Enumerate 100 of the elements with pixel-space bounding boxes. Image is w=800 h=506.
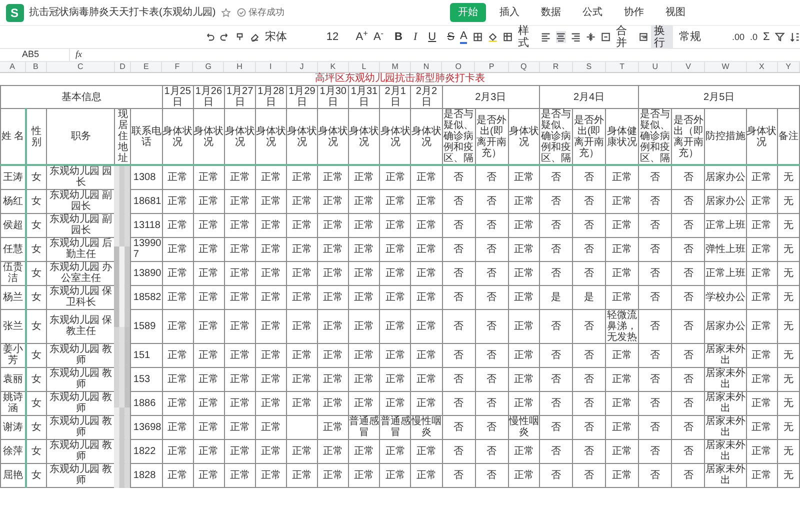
table-cell: 正常 xyxy=(606,463,639,487)
table-cell: 否 xyxy=(638,309,672,343)
table-cell: 否 xyxy=(475,343,508,367)
sum-button[interactable]: Σ xyxy=(763,30,770,43)
font-size-select[interactable]: 12 xyxy=(326,30,350,43)
filter-icon[interactable] xyxy=(775,30,785,43)
table-cell: 正常 xyxy=(746,189,778,213)
menu-tab[interactable]: 数据 xyxy=(532,3,569,22)
table-cell: 正常 xyxy=(508,285,540,309)
table-cell: 否 xyxy=(572,415,606,439)
table-cell: 正常 xyxy=(746,213,778,237)
grow-font-button[interactable]: A$^{+}$ xyxy=(356,30,368,43)
table-cell: 正常 xyxy=(162,439,194,463)
table-cell: 居家未外出 xyxy=(704,439,746,463)
align-left-icon[interactable] xyxy=(540,30,551,43)
wrap-text-icon[interactable] xyxy=(639,30,648,43)
table-cell: 否 xyxy=(672,165,705,189)
table-cell: 正常 xyxy=(162,165,194,189)
table-style-icon[interactable] xyxy=(502,30,512,43)
number-format-select[interactable]: 常规 xyxy=(678,30,726,43)
table-cell: 轻微流鼻涕，无发热 xyxy=(606,309,639,343)
borders-icon[interactable] xyxy=(472,30,482,43)
table-cell: 正常 xyxy=(162,261,194,285)
menu-tab[interactable]: 插入 xyxy=(491,3,528,22)
date-header: 1月26日 xyxy=(193,86,224,108)
menu-tab[interactable]: 协作 xyxy=(616,3,652,22)
fill-color-icon[interactable] xyxy=(488,30,498,43)
table-cell: 正常 xyxy=(224,439,256,463)
table-cell: 否 xyxy=(572,165,606,189)
star-icon[interactable] xyxy=(221,8,232,18)
table-cell: 否 xyxy=(672,391,705,415)
table-cell: 否 xyxy=(442,415,476,439)
table-cell: 正常 xyxy=(255,285,286,309)
table-cell: 否 xyxy=(672,189,705,213)
group-header: 基本信息 xyxy=(0,86,162,108)
vertical-align-icon[interactable] xyxy=(586,30,596,43)
shrink-font-button[interactable]: A$^{-}$ xyxy=(373,30,384,43)
table-cell: 正常 xyxy=(318,415,349,439)
table-cell: 正常 xyxy=(193,285,224,309)
font-color-button[interactable]: A xyxy=(460,30,468,44)
table-cell: 杨红 xyxy=(0,189,26,213)
italic-button[interactable]: I xyxy=(414,30,418,43)
table-cell: 否 xyxy=(475,237,508,261)
table-cell: 正常 xyxy=(224,213,256,237)
style-button[interactable]: 样式 xyxy=(518,24,536,49)
underline-button[interactable]: U xyxy=(428,30,436,43)
table-cell: 正常 xyxy=(162,213,194,237)
table-cell: 正常 xyxy=(380,189,411,213)
merge-icon[interactable] xyxy=(601,30,611,43)
increase-decimal-button[interactable]: .00 xyxy=(732,30,745,43)
align-center-icon[interactable] xyxy=(556,30,566,43)
table-cell: 正常 xyxy=(224,391,256,415)
table-cell: 正常 xyxy=(318,213,349,237)
sort-icon[interactable] xyxy=(790,30,800,43)
cell-reference[interactable]: AB5 xyxy=(22,48,40,59)
wrap-text-button[interactable]: 换行 xyxy=(650,24,674,49)
table-cell: 否 xyxy=(572,391,606,415)
table-cell: 正常 xyxy=(318,165,349,189)
date-header: 2月4日 xyxy=(539,86,639,108)
table-cell: 否 xyxy=(475,285,508,309)
table-cell: 正常 xyxy=(508,213,540,237)
redo-icon[interactable] xyxy=(220,30,230,43)
decrease-decimal-button[interactable]: .0 xyxy=(750,30,758,43)
table-cell: 正常 xyxy=(380,261,411,285)
table-cell: 正常 xyxy=(348,439,380,463)
menu-tab[interactable]: 视图 xyxy=(657,3,694,22)
table-cell: 居家未外出 xyxy=(704,367,746,391)
column-header: 是否外出（即离开南充） xyxy=(672,108,705,165)
bold-button[interactable]: B xyxy=(394,30,402,43)
table-cell: 否 xyxy=(539,463,572,487)
column-letter[interactable]: A xyxy=(0,62,26,72)
table-cell: 正常 xyxy=(348,285,380,309)
table-cell: 正常 xyxy=(193,189,224,213)
table-cell: 否 xyxy=(475,463,508,487)
menu-tab[interactable]: 公式 xyxy=(574,3,610,22)
undo-icon[interactable] xyxy=(205,30,215,43)
table-cell: 是 xyxy=(572,285,606,309)
table-cell: 居家未外出 xyxy=(704,415,746,439)
table-cell: 正常 xyxy=(606,165,639,189)
merge-button[interactable]: 合并 xyxy=(616,24,634,49)
table-cell: 正常 xyxy=(348,189,380,213)
table-cell: 否 xyxy=(539,165,572,189)
table-cell: 正常 xyxy=(380,165,411,189)
table-cell: 学校办公 xyxy=(704,285,746,309)
column-header: 身体健康状况 xyxy=(606,108,639,165)
table-cell: 否 xyxy=(539,343,572,367)
table-cell: 正常 xyxy=(162,343,194,367)
format-painter-icon[interactable] xyxy=(235,30,245,43)
table-cell: 无 xyxy=(777,463,800,487)
table-cell: 否 xyxy=(539,415,572,439)
table-cell: 正常 xyxy=(348,343,380,367)
font-select[interactable]: 宋体 xyxy=(265,30,321,43)
document-title: 抗击冠状病毒肺炎天天打卡表(东观幼儿园) xyxy=(29,6,216,20)
table-cell: 正常 xyxy=(410,189,442,213)
table-cell: 任慧 xyxy=(0,237,26,261)
table-cell: 否 xyxy=(672,309,705,343)
function-label[interactable]: fx xyxy=(76,48,82,62)
align-right-icon[interactable] xyxy=(571,30,581,43)
table-cell: 女 xyxy=(26,213,47,237)
strikethrough-button[interactable]: S xyxy=(447,30,454,43)
